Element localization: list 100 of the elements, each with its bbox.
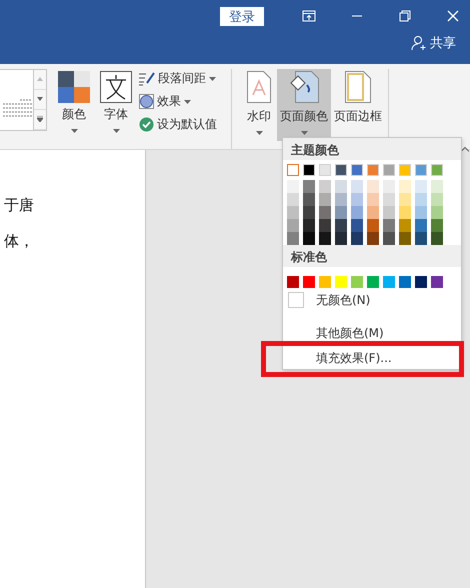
empty-swatch-icon	[288, 292, 304, 308]
page-color-button[interactable]: 页面颜色	[277, 69, 331, 141]
circle-icon	[139, 94, 154, 109]
color-swatch[interactable]	[351, 219, 363, 232]
color-swatch[interactable]	[287, 206, 299, 219]
color-swatch[interactable]	[319, 193, 331, 206]
caret-icon	[70, 129, 78, 133]
color-swatch[interactable]	[367, 219, 379, 232]
color-swatch[interactable]	[367, 232, 379, 245]
color-swatch[interactable]	[431, 219, 443, 232]
color-swatch[interactable]	[383, 276, 395, 288]
color-swatch[interactable]	[335, 219, 347, 232]
color-swatch[interactable]	[287, 180, 299, 193]
restore-icon[interactable]	[398, 9, 412, 23]
expand-gallery-button[interactable]	[34, 110, 46, 130]
color-swatch[interactable]	[335, 180, 347, 193]
up-arrow-icon	[37, 77, 43, 81]
color-swatch[interactable]	[319, 232, 331, 245]
color-swatch[interactable]	[399, 206, 411, 219]
set-as-default-button[interactable]: 设为默认值	[139, 115, 217, 134]
down-arrow-icon	[37, 97, 43, 101]
color-swatch[interactable]	[399, 219, 411, 232]
caret-icon	[209, 76, 216, 80]
close-icon[interactable]	[446, 9, 460, 23]
paint-bucket-page-icon	[289, 71, 319, 103]
menu-item[interactable]: 填充效果(F)...	[283, 346, 461, 371]
color-swatch[interactable]	[319, 206, 331, 219]
color-swatch[interactable]	[367, 276, 379, 288]
collapse-ribbon-icon[interactable]	[461, 146, 469, 152]
menu-section-header: 标准色	[283, 245, 461, 267]
character-icon	[100, 71, 132, 103]
color-swatch[interactable]	[367, 206, 379, 219]
color-swatch[interactable]	[287, 219, 299, 232]
bordered-page-icon	[345, 71, 371, 103]
color-swatch[interactable]	[287, 193, 299, 206]
color-swatch[interactable]	[415, 219, 427, 232]
color-swatch[interactable]	[287, 276, 299, 288]
color-swatch[interactable]	[415, 276, 427, 288]
theme-colors-button[interactable]: 颜色	[55, 69, 93, 141]
color-swatch[interactable]	[335, 206, 347, 219]
color-swatch[interactable]	[367, 180, 379, 193]
color-swatch[interactable]	[351, 206, 363, 219]
check-circle-icon	[139, 117, 154, 132]
color-swatch[interactable]	[399, 232, 411, 245]
document-text: 于唐	[4, 196, 35, 215]
share-button[interactable]: 共享	[409, 32, 458, 54]
effects-button[interactable]: 效果	[139, 92, 217, 111]
color-swatch[interactable]	[415, 193, 427, 206]
color-swatch[interactable]	[319, 180, 331, 193]
color-swatch[interactable]	[431, 180, 443, 193]
color-swatch[interactable]	[287, 232, 299, 245]
color-swatch[interactable]	[383, 180, 395, 193]
color-swatch[interactable]	[415, 180, 427, 193]
document-text: 体，	[4, 232, 35, 251]
color-swatch[interactable]	[303, 219, 315, 232]
color-swatch[interactable]	[319, 219, 331, 232]
caret-icon	[300, 131, 308, 135]
fonts-button[interactable]: 字体	[97, 69, 135, 141]
color-swatch[interactable]	[431, 276, 443, 288]
color-swatch[interactable]	[335, 193, 347, 206]
color-swatch[interactable]	[415, 232, 427, 245]
color-swatch[interactable]	[351, 193, 363, 206]
expand-arrow-icon	[37, 116, 43, 122]
person-add-icon	[411, 35, 427, 51]
menu-section-header: 主题颜色	[283, 138, 461, 160]
menu-item[interactable]: 其他颜色(M)	[283, 321, 461, 346]
color-swatch[interactable]	[431, 206, 443, 219]
color-swatch[interactable]	[383, 219, 395, 232]
caret-icon	[112, 129, 120, 133]
color-swatch[interactable]	[287, 164, 299, 176]
color-swatch[interactable]	[351, 276, 363, 288]
watermark-button[interactable]: 水印	[244, 69, 274, 141]
color-swatch[interactable]	[303, 232, 315, 245]
scroll-down-button[interactable]	[34, 90, 46, 110]
color-swatch[interactable]	[351, 232, 363, 245]
paragraph-spacing-button[interactable]: 段落间距	[139, 69, 217, 88]
color-swatch[interactable]	[303, 276, 315, 288]
color-swatch[interactable]	[367, 193, 379, 206]
brush-lines-icon	[139, 72, 155, 86]
color-swatch[interactable]	[431, 232, 443, 245]
color-swatch[interactable]	[303, 206, 315, 219]
color-swatch[interactable]	[399, 193, 411, 206]
color-swatch[interactable]	[383, 206, 395, 219]
color-swatch[interactable]	[303, 193, 315, 206]
caret-icon	[256, 131, 262, 135]
menu-item[interactable]: 无颜色(N)	[283, 288, 461, 313]
color-squares-icon	[58, 71, 90, 103]
sign-in-button[interactable]: 登录	[220, 6, 264, 26]
color-swatch[interactable]	[335, 232, 347, 245]
color-swatch[interactable]	[351, 180, 363, 193]
color-swatch[interactable]	[383, 232, 395, 245]
color-swatch[interactable]	[303, 180, 315, 193]
caret-icon	[184, 100, 191, 104]
ribbon-display-icon[interactable]	[302, 9, 316, 23]
color-swatch[interactable]	[399, 276, 411, 288]
color-swatch[interactable]	[415, 206, 427, 219]
color-swatch[interactable]	[431, 193, 443, 206]
color-swatch[interactable]	[399, 180, 411, 193]
color-swatch[interactable]	[383, 193, 395, 206]
document-letter-icon	[247, 71, 271, 103]
